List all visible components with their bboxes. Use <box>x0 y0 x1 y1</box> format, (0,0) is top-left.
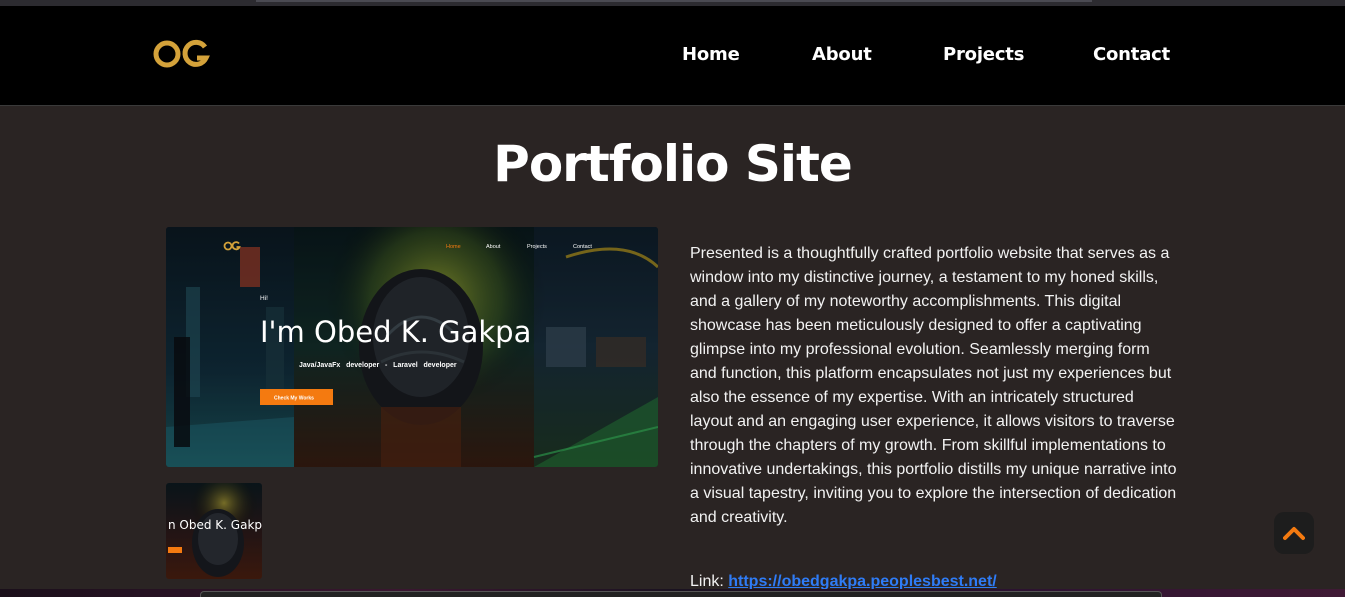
preview-greeting: Hi! <box>260 295 268 302</box>
preview-cta-label: Check My Works <box>274 396 314 402</box>
scroll-to-top-button[interactable] <box>1274 512 1314 554</box>
preview-nav-projects: Projects <box>527 244 547 250</box>
navbar: OG Home About Projects Contact <box>0 6 1345 106</box>
preview-headline: I'm Obed K. Gakpa <box>260 315 531 349</box>
project-main-image[interactable]: Home About Projects Contact Hi! I'm Obed… <box>166 227 658 467</box>
preview-subline: Java/JavaFx developer - Laravel develope… <box>299 362 457 369</box>
nav-links: Home About Projects Contact <box>0 44 1345 68</box>
bottom-strip <box>0 589 1345 597</box>
link-label: Link: <box>690 573 724 590</box>
project-thumbnail[interactable]: n Obed K. Gakpa <box>166 483 262 579</box>
project-description: Presented is a thoughtfully crafted port… <box>690 245 1177 526</box>
nav-about-link[interactable]: About <box>812 44 872 65</box>
page-title: Portfolio Site <box>493 134 853 193</box>
project-url-link[interactable]: https://obedgakpa.peoplesbest.net/ <box>728 573 996 590</box>
chevron-up-icon <box>1283 527 1305 540</box>
thumbnail-image: n Obed K. Gakpa <box>166 483 262 579</box>
nav-contact-link[interactable]: Contact <box>1093 44 1170 65</box>
preview-nav-contact: Contact <box>573 244 592 250</box>
preview-nav-home: Home <box>446 244 461 250</box>
thumb-headline: n Obed K. Gakpa <box>168 518 262 532</box>
nav-projects-link[interactable]: Projects <box>943 44 1024 65</box>
project-screenshot: Home About Projects Contact Hi! I'm Obed… <box>166 227 658 467</box>
top-strip-bar <box>256 0 1092 2</box>
nav-home-link[interactable]: Home <box>682 44 740 65</box>
bottom-bar <box>200 591 1162 597</box>
preview-nav-about: About <box>486 244 501 250</box>
